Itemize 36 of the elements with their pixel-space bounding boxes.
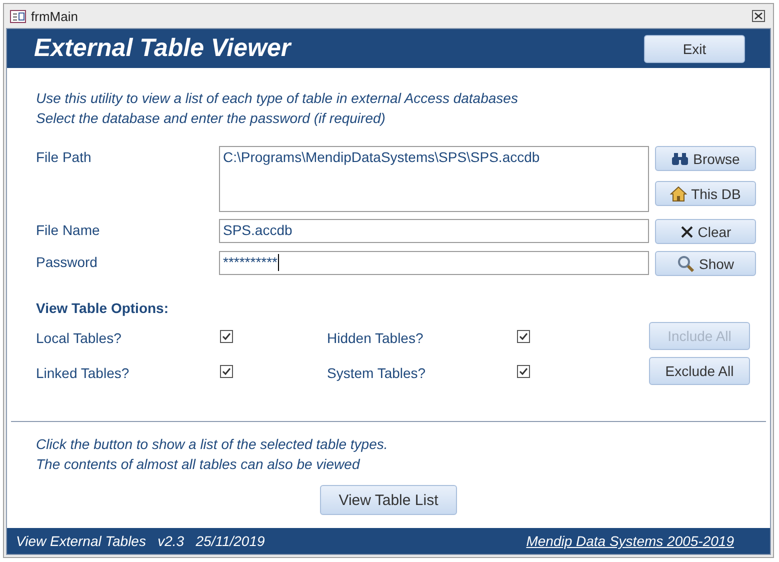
checkbox-label: Local Tables? [36, 328, 122, 346]
search-icon [676, 255, 695, 272]
house-icon [670, 186, 688, 202]
file-path-field[interactable]: C:\Programs\MendipDataSystems\SPS\SPS.accdb [219, 146, 649, 212]
version-text: View External Tables v2.3 25/11/2019 [16, 533, 265, 549]
input-field[interactable]: SPS.accdb [219, 219, 649, 243]
view-table-list-button[interactable]: View Table List [320, 485, 457, 515]
checkbox-label: System Tables? [327, 364, 427, 380]
toggle-all-button[interactable]: Exclude All [649, 357, 750, 385]
browse-button[interactable]: Browse [655, 146, 756, 171]
password-field[interactable]: ********** [219, 251, 649, 275]
field-label: File Name [36, 221, 101, 240]
field-label: File Path [36, 148, 92, 167]
hint-text: Click the button to show a list of the selected table types. [36, 435, 389, 454]
binoculars-icon [671, 152, 690, 166]
checkbox[interactable] [517, 330, 530, 342]
hint-text: The contents of almost all tables can also be viewed [36, 455, 362, 474]
checkbox[interactable] [220, 364, 233, 378]
clear-button[interactable]: Clear [655, 219, 756, 244]
form-icon [10, 10, 26, 22]
instruction-text: Use this utility to view a list of each type of table in external Access databases [36, 89, 519, 108]
checkbox[interactable] [517, 364, 530, 378]
section-heading: View Table Options: [35, 299, 170, 316]
close-icon [752, 10, 765, 22]
show-button[interactable]: Show [655, 251, 756, 276]
checkbox-label: Linked Tables? [36, 364, 130, 380]
exit-button[interactable]: Exit [644, 34, 745, 62]
company-link[interactable]: Mendip Data Systems 2005-2019 [526, 533, 734, 549]
window-title: frmMain [31, 8, 79, 24]
close-icon [680, 224, 694, 238]
this-db-button[interactable]: This DB [655, 181, 756, 206]
checkbox-label: Hidden Tables? [327, 328, 424, 346]
form-title: External Table Viewer [34, 34, 291, 63]
checkbox[interactable] [220, 330, 233, 342]
instruction-text: Select the database and enter the password (if required) [36, 109, 386, 128]
field-label: Password [36, 253, 98, 272]
